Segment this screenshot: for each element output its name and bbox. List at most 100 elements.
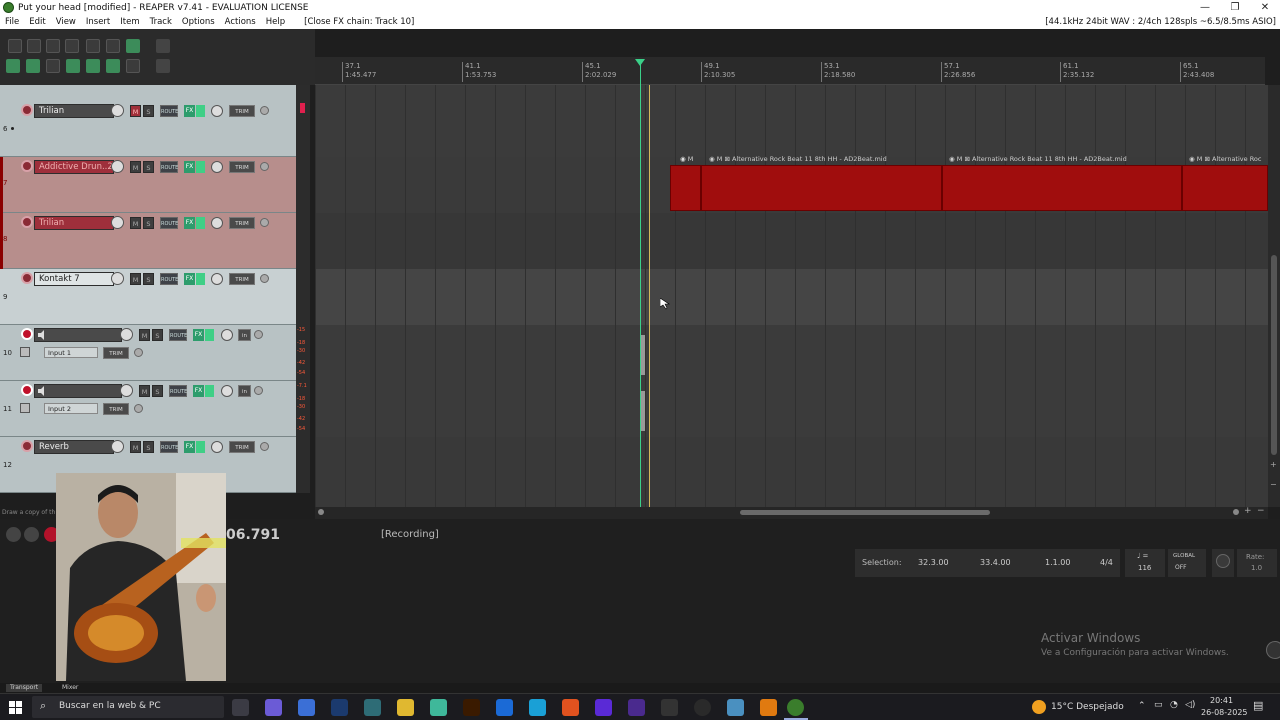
copilot-icon[interactable] xyxy=(265,699,282,716)
grid-icon[interactable] xyxy=(46,59,60,73)
mute-button[interactable]: M xyxy=(139,385,150,397)
weather-text[interactable]: 15°C Despejado xyxy=(1051,702,1124,712)
edge-icon[interactable] xyxy=(529,699,546,716)
fx-button[interactable]: FX xyxy=(184,161,195,173)
volume-knob[interactable] xyxy=(111,440,124,453)
menu-file[interactable]: File xyxy=(0,17,24,27)
grid-lines-icon[interactable] xyxy=(86,59,100,73)
fx-bypass-button[interactable] xyxy=(205,385,214,397)
input-monitor-button[interactable]: in xyxy=(238,385,251,397)
route-button[interactable]: ROUTE xyxy=(160,273,178,285)
solo-button[interactable]: S xyxy=(143,217,154,229)
restore-button[interactable]: ❐ xyxy=(1220,2,1250,13)
input-options-button[interactable] xyxy=(254,386,263,395)
fx-bypass-button[interactable] xyxy=(196,105,205,117)
windows-start-icon[interactable] xyxy=(9,701,22,714)
file-explorer-icon[interactable] xyxy=(397,699,414,716)
tray-icon[interactable]: ▭ xyxy=(1154,700,1163,710)
midi-item-header[interactable]: ◉ M xyxy=(680,155,693,165)
undo-icon[interactable] xyxy=(86,39,100,53)
app-icon[interactable] xyxy=(727,699,744,716)
playrate-knob[interactable] xyxy=(1216,554,1230,568)
phase-button[interactable] xyxy=(260,442,269,451)
record-arm-button[interactable] xyxy=(21,104,33,116)
solo-button[interactable]: S xyxy=(152,329,163,341)
midi-item[interactable] xyxy=(670,165,701,211)
pan-knob[interactable] xyxy=(211,161,223,173)
volume-knob[interactable] xyxy=(111,160,124,173)
go-to-end-button[interactable] xyxy=(24,527,39,542)
pan-knob[interactable] xyxy=(221,329,233,341)
pan-knob[interactable] xyxy=(211,441,223,453)
scroll-thumb[interactable] xyxy=(740,510,990,515)
record-arm-button[interactable] xyxy=(21,384,33,396)
selection-start[interactable]: 32.3.00 xyxy=(918,558,949,567)
input-options-button[interactable] xyxy=(254,330,263,339)
playrate-knob-box[interactable] xyxy=(1212,549,1234,577)
save-project-icon[interactable] xyxy=(46,39,60,53)
route-button[interactable]: ROUTE xyxy=(160,105,178,117)
vertical-scrollbar[interactable]: + − xyxy=(1268,85,1280,507)
track-8[interactable]: 8 Trilian M S ROUTE FX TRIM xyxy=(0,213,296,269)
midi-item[interactable] xyxy=(701,165,942,211)
track-10[interactable]: 10 M S ROUTE FX in Input 1 TRIM xyxy=(0,325,296,381)
input-monitor-button[interactable]: in xyxy=(238,329,251,341)
zoom-in-horizontal-icon[interactable]: + xyxy=(1244,506,1252,516)
minimize-button[interactable]: — xyxy=(1190,2,1220,13)
route-button[interactable]: ROUTE xyxy=(160,217,178,229)
midi-item-header[interactable]: ◉ M ⊠ Alternative Rock Beat 11 8th HH - … xyxy=(709,155,887,165)
menu-view[interactable]: View xyxy=(51,17,81,27)
side-panel-button[interactable] xyxy=(1266,641,1280,659)
ripple-edit-icon[interactable] xyxy=(6,59,20,73)
fx-button[interactable]: FX xyxy=(184,217,195,229)
illustrator-icon[interactable] xyxy=(463,699,480,716)
monitor-speaker-icon[interactable] xyxy=(37,386,47,396)
input-select[interactable]: Input 1 xyxy=(44,347,98,358)
task-view-icon[interactable] xyxy=(232,699,249,716)
solo-button[interactable]: S xyxy=(143,105,154,117)
envelope-tool-icon[interactable] xyxy=(156,59,170,73)
close-button[interactable]: ✕ xyxy=(1250,2,1280,13)
redo-icon[interactable] xyxy=(106,39,120,53)
project-settings-icon[interactable] xyxy=(65,39,79,53)
go-to-start-button[interactable] xyxy=(6,527,21,542)
pan-knob[interactable] xyxy=(211,217,223,229)
volume-icon[interactable]: ◁) xyxy=(1185,700,1195,710)
record-arm-button[interactable] xyxy=(21,160,33,172)
horizontal-scrollbar[interactable]: + − xyxy=(315,506,1268,519)
route-button[interactable]: ROUTE xyxy=(160,161,178,173)
solo-button[interactable]: S xyxy=(152,385,163,397)
automation-trim-button[interactable]: TRIM xyxy=(229,161,255,173)
solo-button[interactable]: S xyxy=(143,273,154,285)
automation-trim-button[interactable]: TRIM xyxy=(229,441,255,453)
menu-insert[interactable]: Insert xyxy=(81,17,115,27)
fx-button[interactable]: FX xyxy=(184,105,195,117)
track-name[interactable]: Kontakt 7 xyxy=(34,272,114,286)
mute-button[interactable]: M xyxy=(130,273,141,285)
phase-button[interactable] xyxy=(134,348,143,357)
phase-button[interactable] xyxy=(260,106,269,115)
clock-date[interactable]: 26-08-2025 xyxy=(1201,708,1248,717)
automation-trim-button[interactable]: TRIM xyxy=(103,347,129,359)
midi-item-header[interactable]: ◉ M ⊠ Alternative Rock Beat 11 8th HH - … xyxy=(949,155,1127,165)
track-name[interactable] xyxy=(34,384,122,398)
time-signature-box[interactable]: 4/4 xyxy=(1094,549,1120,577)
pan-knob[interactable] xyxy=(211,273,223,285)
route-button[interactable]: ROUTE xyxy=(169,329,187,341)
clock-time[interactable]: 20:41 xyxy=(1210,696,1233,705)
snap-icon[interactable] xyxy=(66,59,80,73)
automation-trim-button[interactable]: TRIM xyxy=(229,273,255,285)
record-arm-button[interactable] xyxy=(21,328,33,340)
notifications-icon[interactable]: ▤ xyxy=(1253,699,1263,712)
app-icon[interactable] xyxy=(364,699,381,716)
route-button[interactable]: ROUTE xyxy=(169,385,187,397)
audio-status[interactable]: [44.1kHz 24bit WAV : 2/4ch 128spls ~6.5/… xyxy=(1045,17,1280,27)
tab-transport[interactable]: Transport xyxy=(6,684,43,692)
app-icon[interactable] xyxy=(628,699,645,716)
automation-trim-button[interactable]: TRIM xyxy=(229,105,255,117)
track-7[interactable]: 7 Addictive Drun..2 M S ROUTE FX TRIM xyxy=(0,157,296,213)
new-project-icon[interactable] xyxy=(8,39,22,53)
tab-mixer[interactable]: Mixer xyxy=(58,684,82,692)
mute-button[interactable]: M xyxy=(139,329,150,341)
track-11[interactable]: 11 M S ROUTE FX in Input 2 TRIM xyxy=(0,381,296,437)
